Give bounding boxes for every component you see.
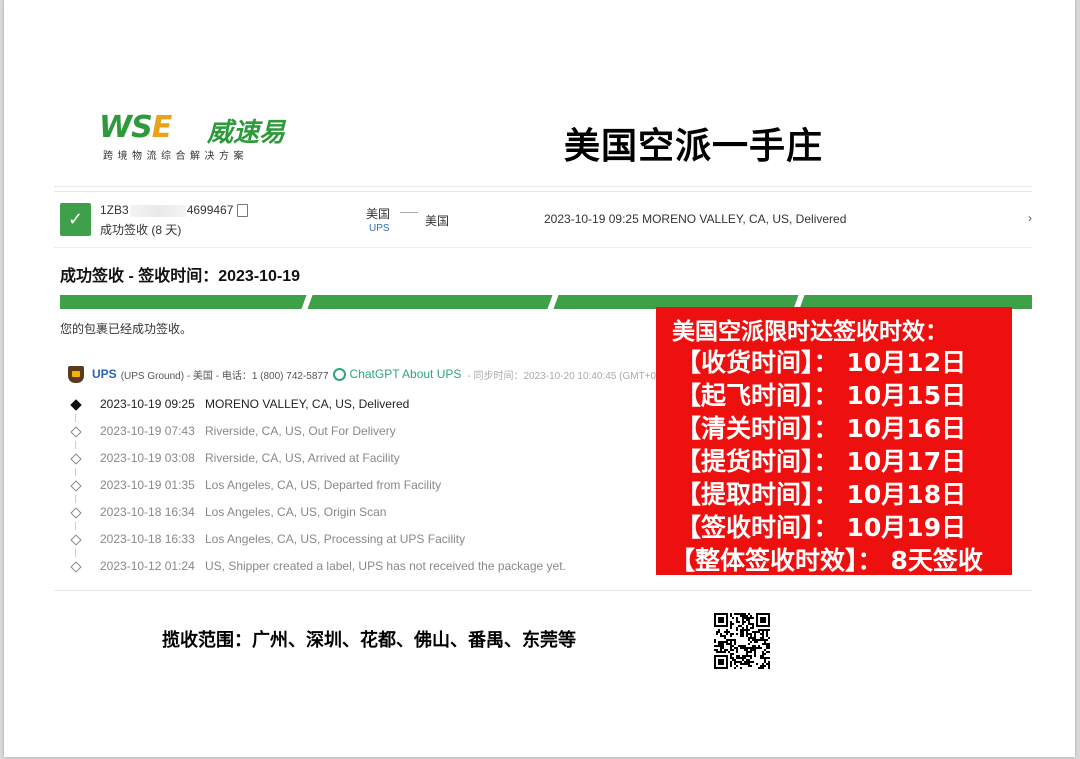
company-logo: WSE 威速易 跨境物流综合解决方案 [99, 110, 299, 165]
timeliness-row: 【提取时间】： 10月18日 [676, 475, 966, 511]
timeliness-total-value: 8天签收 [890, 546, 983, 575]
timeline-event: 2023-10-19 01:35 Los Angeles, CA, US, Dep… [68, 468, 588, 497]
event-time: 2023-10-19 07:43 [100, 424, 195, 438]
carrier-info: (UPS Ground) - 美国 - 电话：1 (800) 742-5877 [120, 370, 329, 382]
timeliness-key: 【起飞时间】： [676, 381, 839, 410]
divider [54, 247, 1032, 248]
timeliness-title: 美国空派限时达签收时效： [672, 319, 948, 345]
timeline-diamond-icon [70, 399, 82, 411]
redacted-digits [129, 204, 186, 217]
event-time: 2023-10-18 16:33 [100, 532, 195, 546]
document-page: WSE 威速易 跨境物流综合解决方案 美国空派一手庄 ✓ 1ZB3 4699467… [4, 0, 1075, 757]
chatgpt-icon[interactable] [332, 367, 346, 381]
event-description: Riverside, CA, US, Arrived at Facility [205, 451, 400, 465]
event-time: 2023-10-19 03:08 [100, 451, 195, 465]
timeliness-key: 【清关时间】： [676, 414, 839, 443]
timeline-event: 2023-10-18 16:34 Los Angeles, CA, US, Ori… [68, 495, 588, 524]
timeliness-panel: 美国空派限时达签收时效： 【收货时间】： 10月12日 【起飞时间】： 10月15日【… [656, 307, 1012, 575]
carrier-line: UPS (UPS Ground) - 美国 - 电话：1 (800) 742-5… [68, 365, 679, 383]
status-short: 成功签收 (8 天) [100, 223, 182, 237]
ups-logo-icon [68, 365, 84, 383]
timeline-connector [75, 522, 76, 530]
divider [54, 590, 1032, 591]
timeliness-row: 【清关时间】： 10月16日 [676, 409, 966, 445]
timeliness-row: 【签收时间】： 10月19日 [676, 508, 966, 544]
signed-title: 成功签收 - 签收时间：2023-10-19 [60, 268, 301, 285]
timeline-connector [75, 441, 76, 449]
qr-code [714, 613, 770, 669]
latest-event: 2023-10-19 09:25 MORENO VALLEY, CA, US, … [544, 212, 847, 226]
carrier-name[interactable]: UPS [92, 367, 117, 381]
tracking-number[interactable]: 1ZB3 4699467 [100, 203, 249, 218]
event-description: US, Shipper created a label, UPS has not… [205, 559, 566, 573]
logo-chinese-name: 威速易 [207, 118, 286, 148]
event-description: MORENO VALLEY, CA, US, Delivered [205, 397, 410, 411]
timeline-event: 2023-10-19 09:25 MORENO VALLEY, CA, US, D… [68, 396, 588, 416]
timeline-connector [75, 549, 76, 557]
timeliness-value: 10月17日 [846, 447, 967, 476]
collect-area: 揽收范围：广州、深圳、花都、佛山、番禺、东莞等 [162, 630, 576, 651]
timeline-diamond-icon [70, 426, 82, 438]
event-description: Los Angeles, CA, US, Departed from Facil… [205, 478, 442, 492]
event-description: Los Angeles, CA, US, Origin Scan [205, 505, 387, 519]
timeliness-row: 【起飞时间】： 10月15日 [676, 376, 966, 412]
timeline-diamond-icon [70, 480, 82, 492]
timeline-connector [75, 495, 76, 503]
timeliness-key: 【收货时间】： [676, 348, 839, 377]
timeliness-key: 【提取时间】： [676, 480, 839, 509]
timeliness-value: 10月16日 [846, 414, 967, 443]
logo-mark: WSE [99, 110, 172, 145]
package-message: 您的包裹已经成功签收。 [60, 322, 193, 336]
event-time: 2023-10-19 09:25 [100, 397, 195, 411]
event-description: Riverside, CA, US, Out For Delivery [205, 424, 396, 438]
tracking-suffix: 4699467 [186, 203, 234, 217]
origin-country: 美国 [366, 207, 391, 221]
event-description: Los Angeles, CA, US, Processing at UPS F… [205, 532, 466, 546]
timeline-event: 2023-10-18 16:33 Los Angeles, CA, US, Pro… [68, 522, 588, 551]
timeliness-value: 10月15日 [846, 381, 967, 410]
chatgpt-link[interactable]: ChatGPT About UPS [350, 367, 462, 381]
sync-time: - 同步时间：2023-10-20 10:40:45 (GMT+08:00) [467, 370, 679, 382]
timeliness-total-key: 【整体签收时效】： [670, 546, 883, 575]
timeliness-value: 10月12日 [846, 348, 967, 377]
copy-icon[interactable] [237, 204, 249, 218]
timeline-connector [75, 414, 76, 422]
divider [54, 186, 1032, 187]
headline: 美国空派一手庄 [564, 126, 824, 167]
delivered-check-icon: ✓ [60, 203, 91, 236]
timeline-diamond-icon [70, 507, 82, 519]
timeliness-row: 【收货时间】： 10月12日 [676, 343, 966, 379]
divider [54, 191, 1032, 192]
timeline-diamond-icon [70, 561, 82, 573]
timeliness-key: 【签收时间】： [676, 513, 839, 542]
timeliness-value: 10月18日 [846, 480, 967, 509]
event-time: 2023-10-18 16:34 [100, 505, 195, 519]
timeliness-total: 【整体签收时效】： 8天签收 [670, 541, 983, 577]
timeliness-value: 10月19日 [846, 513, 967, 542]
timeliness-key: 【提货时间】： [676, 447, 839, 476]
carrier-link[interactable]: UPS [369, 223, 390, 234]
event-time: 2023-10-12 01:24 [100, 559, 195, 573]
tracking-prefix: 1ZB3 [100, 203, 129, 217]
chevron-right-icon[interactable]: › [1028, 211, 1032, 225]
route-arrow-icon [400, 212, 418, 213]
timeline-event: 2023-10-19 07:43 Riverside, CA, US, Out F… [68, 414, 588, 443]
destination-country: 美国 [425, 214, 450, 228]
timeline-event: 2023-10-19 03:08 Riverside, CA, US, Arriv… [68, 441, 588, 470]
timeline-diamond-icon [70, 534, 82, 546]
timeline-event: 2023-10-12 01:24 US, Shipper created a la… [68, 549, 588, 578]
event-time: 2023-10-19 01:35 [100, 478, 195, 492]
timeliness-row: 【提货时间】： 10月17日 [676, 442, 966, 478]
timeline-diamond-icon [70, 453, 82, 465]
timeline-connector [75, 468, 76, 476]
logo-tagline: 跨境物流综合解决方案 [103, 151, 248, 162]
